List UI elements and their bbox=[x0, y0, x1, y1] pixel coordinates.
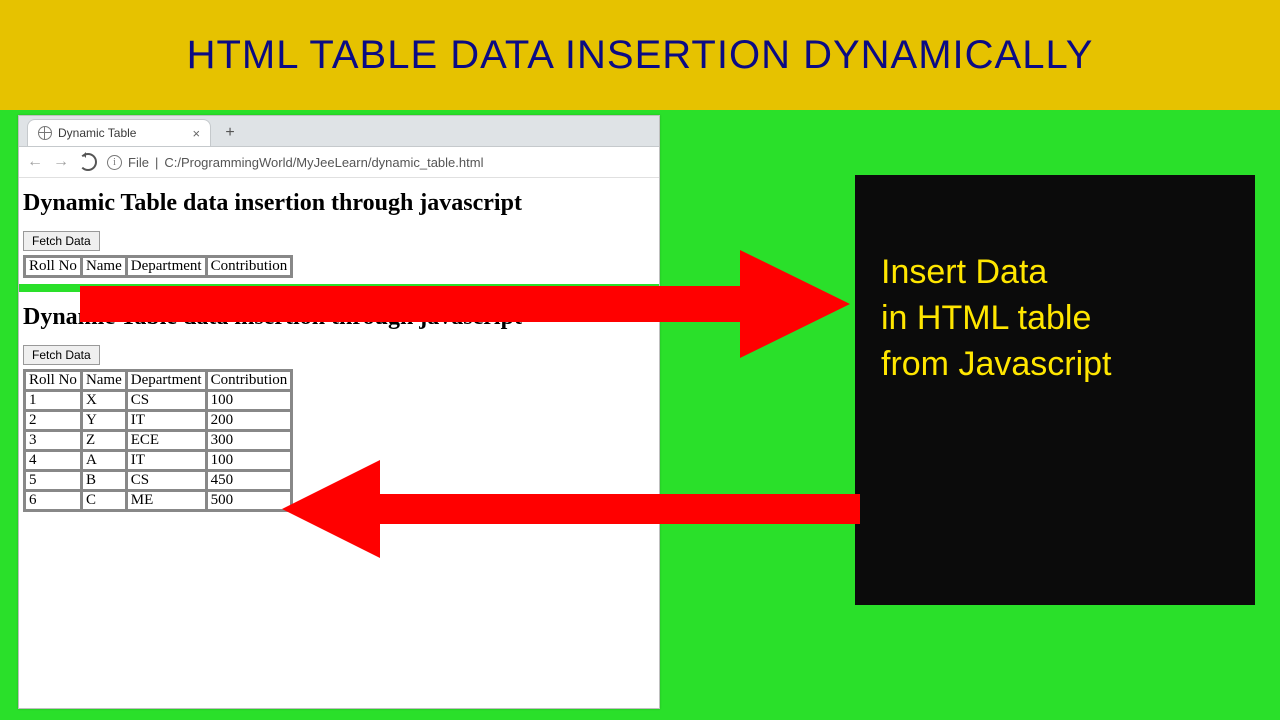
page-title: Dynamic Table data insertion through jav… bbox=[23, 190, 655, 217]
table-cell: 100 bbox=[207, 451, 292, 470]
table-header-cell: Contribution bbox=[207, 371, 292, 390]
table-row: 4AIT100 bbox=[25, 451, 291, 470]
new-tab-button[interactable]: + bbox=[217, 120, 243, 146]
url-separator: | bbox=[155, 155, 158, 170]
reload-icon[interactable] bbox=[79, 153, 97, 171]
table-cell: Y bbox=[82, 411, 126, 430]
banner: HTML TABLE DATA INSERTION DYNAMICALLY bbox=[0, 0, 1280, 110]
table-cell: 4 bbox=[25, 451, 81, 470]
table-row: 2YIT200 bbox=[25, 411, 291, 430]
table-cell: 6 bbox=[25, 491, 81, 510]
table-row: 5BCS450 bbox=[25, 471, 291, 490]
pane-before: Dynamic Table data insertion through jav… bbox=[19, 178, 659, 284]
table-cell: ME bbox=[127, 491, 206, 510]
table-cell: 300 bbox=[207, 431, 292, 450]
close-icon[interactable]: × bbox=[192, 126, 200, 141]
table-header-cell: Name bbox=[82, 257, 126, 276]
table-cell: 100 bbox=[207, 391, 292, 410]
table-cell: 3 bbox=[25, 431, 81, 450]
url-path: C:/ProgrammingWorld/MyJeeLearn/dynamic_t… bbox=[164, 155, 483, 170]
table-header-cell: Name bbox=[82, 371, 126, 390]
browser-tab[interactable]: Dynamic Table × bbox=[27, 119, 211, 146]
table-cell: IT bbox=[127, 451, 206, 470]
table-header-cell: Roll No bbox=[25, 371, 81, 390]
back-arrow-icon[interactable]: ← bbox=[27, 153, 43, 171]
table-cell: X bbox=[82, 391, 126, 410]
table-header-cell: Department bbox=[127, 371, 206, 390]
panel-text: Insert Data in HTML table from Javascrip… bbox=[881, 250, 1229, 388]
table-cell: A bbox=[82, 451, 126, 470]
table-populated: Roll NoNameDepartmentContribution 1XCS10… bbox=[23, 369, 293, 512]
table-cell: C bbox=[82, 491, 126, 510]
forward-arrow-icon[interactable]: → bbox=[53, 153, 69, 171]
tab-strip: Dynamic Table × + bbox=[19, 116, 659, 147]
page-content: Dynamic Table data insertion through jav… bbox=[19, 178, 659, 518]
info-panel: Insert Data in HTML table from Javascrip… bbox=[855, 175, 1255, 605]
table-cell: CS bbox=[127, 391, 206, 410]
table-empty: Roll NoNameDepartmentContribution bbox=[23, 255, 293, 278]
table-row: 1XCS100 bbox=[25, 391, 291, 410]
table-header-cell: Department bbox=[127, 257, 206, 276]
globe-icon bbox=[38, 126, 52, 140]
panel-line-3: from Javascript bbox=[881, 342, 1229, 388]
page-title: Dynamic Table data insertion through jav… bbox=[23, 304, 655, 331]
table-header-row: Roll NoNameDepartmentContribution bbox=[25, 257, 291, 276]
table-header-cell: Roll No bbox=[25, 257, 81, 276]
browser-window: Dynamic Table × + ← → i File | C:/Progra… bbox=[18, 115, 660, 709]
table-cell: 200 bbox=[207, 411, 292, 430]
table-cell: 500 bbox=[207, 491, 292, 510]
table-cell: B bbox=[82, 471, 126, 490]
panel-line-1: Insert Data bbox=[881, 250, 1229, 296]
table-cell: 450 bbox=[207, 471, 292, 490]
panel-line-2: in HTML table bbox=[881, 296, 1229, 342]
table-cell: ECE bbox=[127, 431, 206, 450]
pane-divider bbox=[19, 284, 659, 292]
banner-title: HTML TABLE DATA INSERTION DYNAMICALLY bbox=[187, 33, 1094, 78]
pane-after: Dynamic Table data insertion through jav… bbox=[19, 292, 659, 518]
table-cell: CS bbox=[127, 471, 206, 490]
fetch-button[interactable]: Fetch Data bbox=[23, 231, 100, 251]
tab-title: Dynamic Table bbox=[58, 126, 136, 140]
url-scheme: File bbox=[128, 155, 149, 170]
table-cell: 2 bbox=[25, 411, 81, 430]
table-row: 6CME500 bbox=[25, 491, 291, 510]
table-header-row: Roll NoNameDepartmentContribution bbox=[25, 371, 291, 390]
table-cell: IT bbox=[127, 411, 206, 430]
address-bar: ← → i File | C:/ProgrammingWorld/MyJeeLe… bbox=[19, 147, 659, 178]
url-field[interactable]: i File | C:/ProgrammingWorld/MyJeeLearn/… bbox=[107, 155, 651, 170]
fetch-button[interactable]: Fetch Data bbox=[23, 345, 100, 365]
table-cell: Z bbox=[82, 431, 126, 450]
table-cell: 5 bbox=[25, 471, 81, 490]
table-header-cell: Contribution bbox=[207, 257, 292, 276]
table-row: 3ZECE300 bbox=[25, 431, 291, 450]
info-icon: i bbox=[107, 155, 122, 170]
table-cell: 1 bbox=[25, 391, 81, 410]
